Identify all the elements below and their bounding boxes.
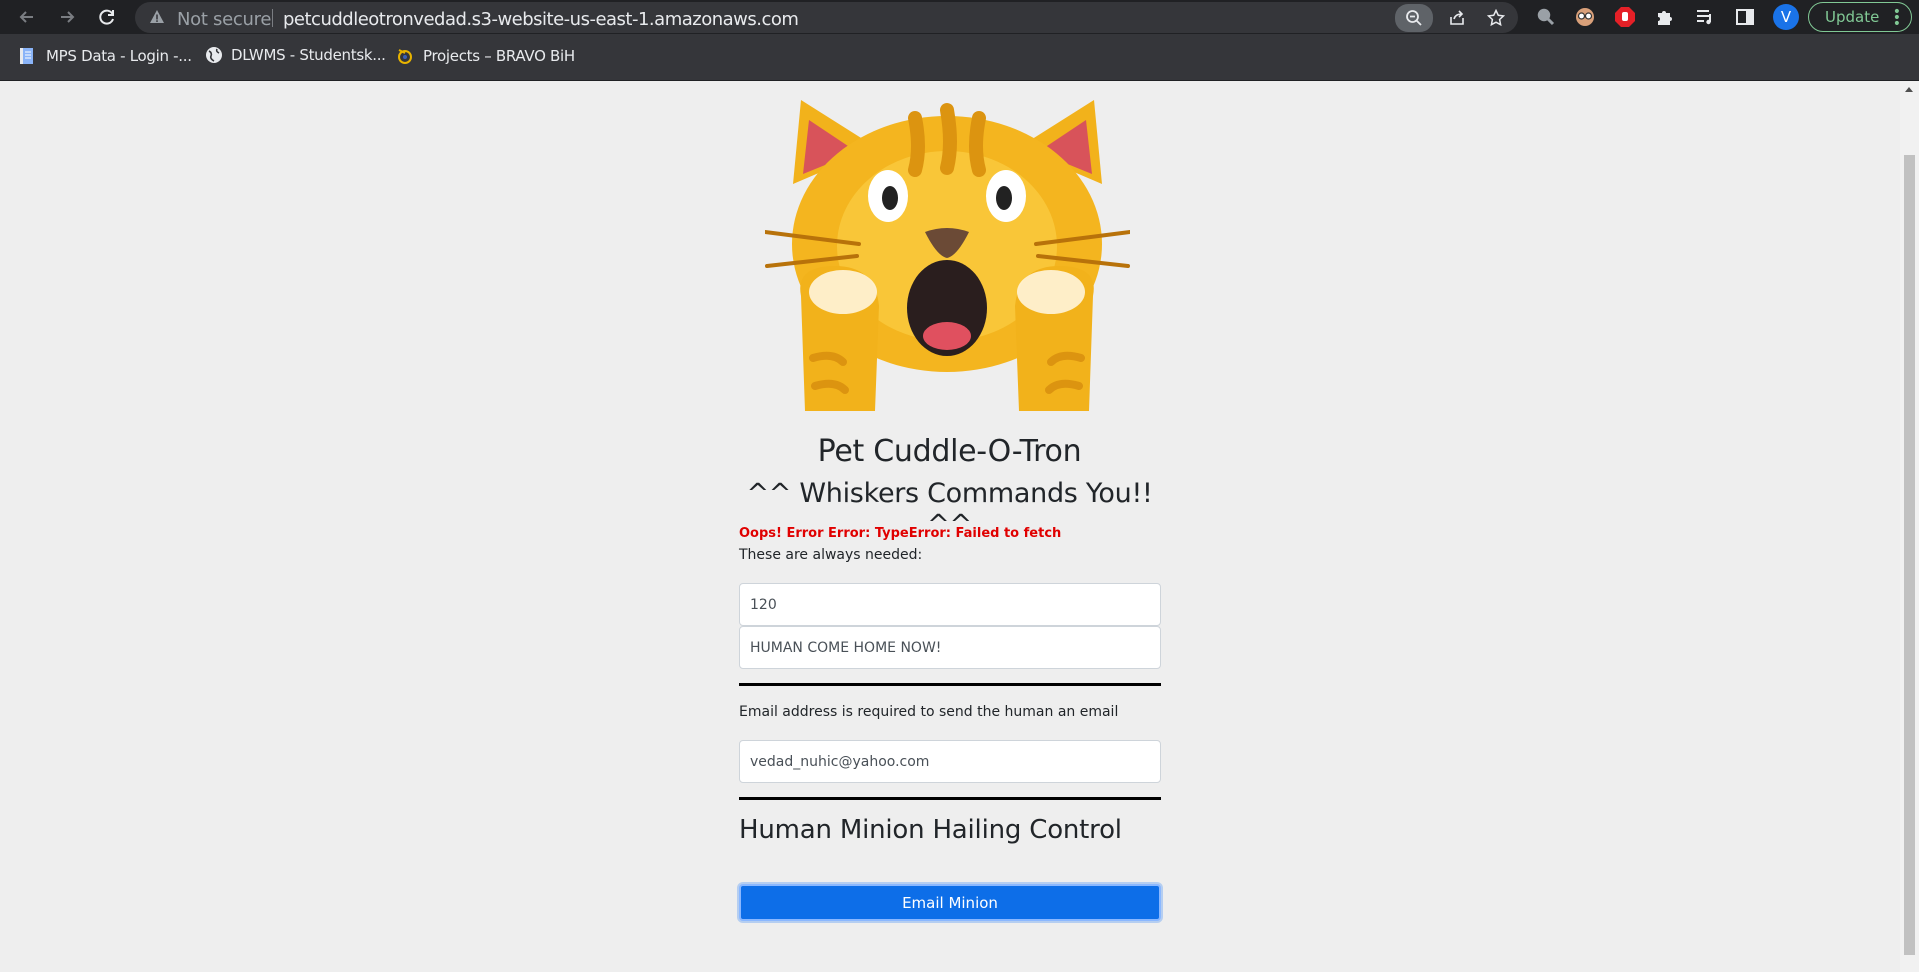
back-arrow-icon: [19, 11, 33, 23]
reload-icon: [99, 9, 114, 25]
extensions-button[interactable]: [1652, 4, 1678, 30]
media-button[interactable]: [1692, 4, 1718, 30]
page-title: Pet Cuddle-O-Tron: [817, 434, 1082, 469]
divider: [272, 9, 273, 27]
update-button[interactable]: Update • • •: [1808, 2, 1912, 32]
bookmarks-bar: MPS Data - Login -... DLWMS - Studentsk.…: [0, 34, 1919, 81]
bookmark-projects-bravo[interactable]: Projects – BRAVO BiH: [395, 46, 575, 66]
globe-icon: [206, 47, 222, 63]
bookmark-mps-data[interactable]: MPS Data - Login -...: [18, 46, 192, 66]
bookmark-label: Projects – BRAVO BiH: [423, 47, 575, 65]
more-menu-icon[interactable]: • • •: [1893, 5, 1901, 31]
vertical-scrollbar[interactable]: [1900, 81, 1919, 972]
search-extension[interactable]: [1533, 4, 1559, 30]
document-icon: [20, 48, 33, 64]
email-input[interactable]: vedad_nuhic@yahoo.com: [739, 740, 1161, 783]
scroll-thumb[interactable]: [1904, 155, 1915, 955]
always-needed-label: These are always needed:: [739, 547, 923, 563]
forward-button[interactable]: [54, 4, 80, 30]
share-button[interactable]: [1444, 5, 1470, 31]
bookmark-star-button[interactable]: [1483, 5, 1509, 31]
stop-hand-icon: [1615, 7, 1635, 27]
bravo-logo-icon: [398, 49, 412, 64]
wait-seconds-input[interactable]: 120: [739, 583, 1161, 626]
scroll-up-arrow-icon[interactable]: [1905, 87, 1913, 92]
bookmark-label: MPS Data - Login -...: [46, 47, 192, 65]
divider: [739, 797, 1161, 800]
face-glasses-icon: [1576, 8, 1594, 26]
update-label: Update: [1825, 8, 1880, 26]
divider: [739, 683, 1161, 686]
address-bar[interactable]: Not secure petcuddleotronvedad.s3-websit…: [135, 2, 1518, 33]
side-panel-button[interactable]: [1732, 4, 1758, 30]
star-icon: [1487, 9, 1505, 27]
browser-toolbar: Not secure petcuddleotronvedad.s3-websit…: [0, 0, 1919, 34]
shocked-cat-image: [763, 96, 1132, 411]
playlist-icon: [1697, 10, 1711, 25]
side-panel-icon: [1736, 9, 1754, 25]
bookmark-dlwms[interactable]: DLWMS - Studentsk...: [205, 46, 386, 64]
magnifier-icon: [1537, 8, 1555, 26]
message-input[interactable]: HUMAN COME HOME NOW!: [739, 626, 1161, 669]
section-heading: Human Minion Hailing Control: [739, 815, 1122, 845]
forward-arrow-icon: [61, 11, 75, 23]
email-required-label: Email address is required to send the hu…: [739, 704, 1119, 720]
email-minion-button[interactable]: Email Minion: [739, 884, 1161, 921]
puzzle-icon: [1658, 11, 1672, 25]
error-message: Oops! Error Error: TypeError: Failed to …: [739, 526, 1062, 541]
warning-icon[interactable]: [149, 9, 165, 30]
adblock-extension[interactable]: [1612, 4, 1638, 30]
share-icon: [1450, 10, 1464, 25]
reload-button[interactable]: [94, 4, 120, 30]
url-text[interactable]: petcuddleotronvedad.s3-website-us-east-1…: [283, 9, 799, 30]
zoom-button[interactable]: [1395, 4, 1433, 32]
back-button[interactable]: [14, 4, 40, 30]
security-status[interactable]: Not secure: [177, 9, 271, 30]
zoom-out-icon: [1406, 10, 1422, 26]
glasses-extension[interactable]: [1572, 4, 1598, 30]
bookmark-label: DLWMS - Studentsk...: [231, 46, 386, 64]
profile-avatar[interactable]: V: [1773, 4, 1799, 30]
